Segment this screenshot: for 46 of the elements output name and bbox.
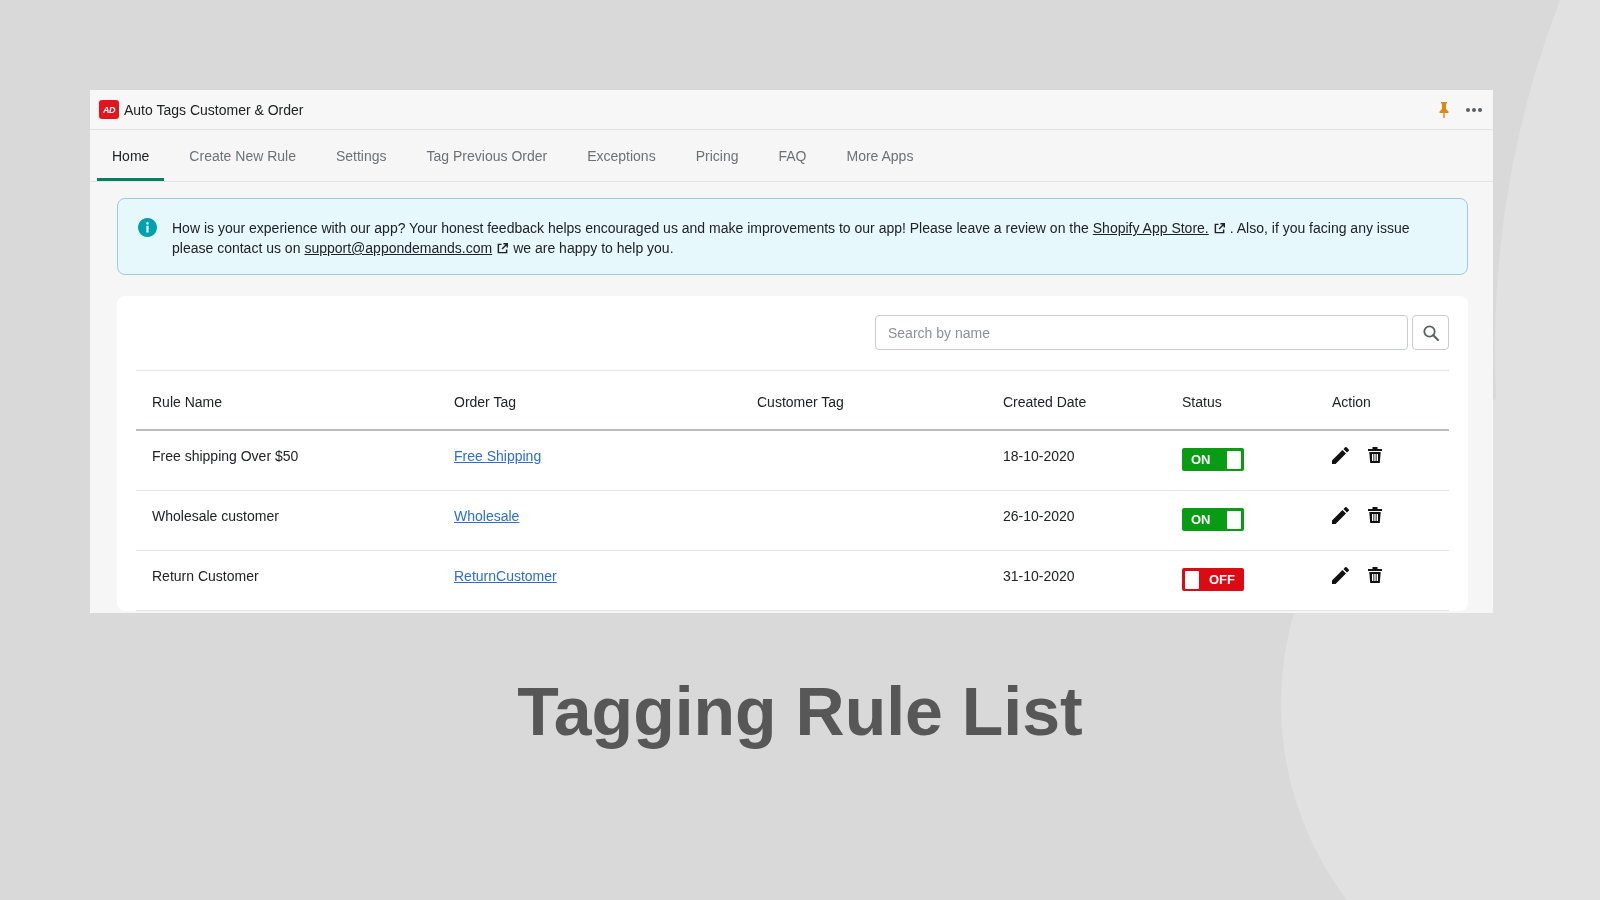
column-header: Order Tag: [454, 393, 516, 410]
created-date: 18-10-2020: [1003, 448, 1075, 464]
trash-icon[interactable]: [1368, 447, 1382, 463]
feedback-message: How is your experience with our app? Your honest feedback helps encouraged us and make improvements to our app! Please leave a review on the Shopify App Store. . Also, if you facing any issue please contact us on support@appondemands.com we are happy to help you.: [172, 219, 1411, 258]
app-logo: AD: [99, 100, 119, 119]
column-header: Created Date: [1003, 393, 1087, 410]
rule-name: Wholesale customer: [152, 508, 279, 524]
order-tag-link[interactable]: Wholesale: [454, 508, 520, 524]
status-toggle[interactable]: ON: [1182, 448, 1244, 471]
column-header: Action: [1332, 393, 1371, 410]
rule-name: Return Customer: [152, 568, 259, 584]
order-tag-link[interactable]: Free Shipping: [454, 448, 542, 464]
search-field[interactable]: Search by name: [875, 315, 1408, 350]
page-heading: Tagging Rule List: [516, 672, 1084, 751]
pencil-icon[interactable]: [1332, 507, 1349, 524]
text-link[interactable]: support@appondemands.com: [304, 240, 493, 256]
nav-tab[interactable]: Tag Previous Order: [411, 130, 563, 181]
pin-icon[interactable]: [1439, 101, 1449, 118]
search-icon: [1422, 324, 1439, 341]
info-icon: [138, 218, 157, 237]
nav-tab[interactable]: Home: [97, 130, 165, 181]
nav-tab[interactable]: More Apps: [831, 130, 929, 181]
external-link-icon[interactable]: [1213, 223, 1225, 234]
text-link[interactable]: Shopify App Store.: [1092, 220, 1209, 236]
status-toggle[interactable]: OFF: [1182, 568, 1244, 591]
nav-tab[interactable]: Create New Rule: [174, 130, 311, 181]
order-tag-link[interactable]: ReturnCustomer: [454, 568, 557, 584]
rule-name: Free shipping Over $50: [152, 448, 299, 464]
nav-tab[interactable]: Exceptions: [572, 130, 671, 181]
nav-tab[interactable]: Pricing: [680, 130, 754, 181]
column-header: Customer Tag: [757, 393, 844, 410]
created-date: 26-10-2020: [1003, 508, 1075, 524]
created-date: 31-10-2020: [1003, 568, 1075, 584]
column-header: Status: [1182, 393, 1222, 410]
column-header: Rule Name: [152, 393, 223, 410]
pencil-icon[interactable]: [1332, 567, 1349, 584]
status-toggle[interactable]: ON: [1182, 508, 1244, 531]
more-options-icon[interactable]: [1466, 107, 1482, 112]
pencil-icon[interactable]: [1332, 447, 1349, 464]
trash-icon[interactable]: [1368, 567, 1382, 583]
nav-tab[interactable]: Settings: [320, 130, 402, 181]
app-title: Auto Tags Customer & Order: [124, 101, 304, 118]
trash-icon[interactable]: [1368, 507, 1382, 523]
nav-tab[interactable]: FAQ: [763, 130, 822, 181]
search-button[interactable]: [1412, 315, 1449, 350]
external-link-icon[interactable]: [497, 243, 509, 254]
